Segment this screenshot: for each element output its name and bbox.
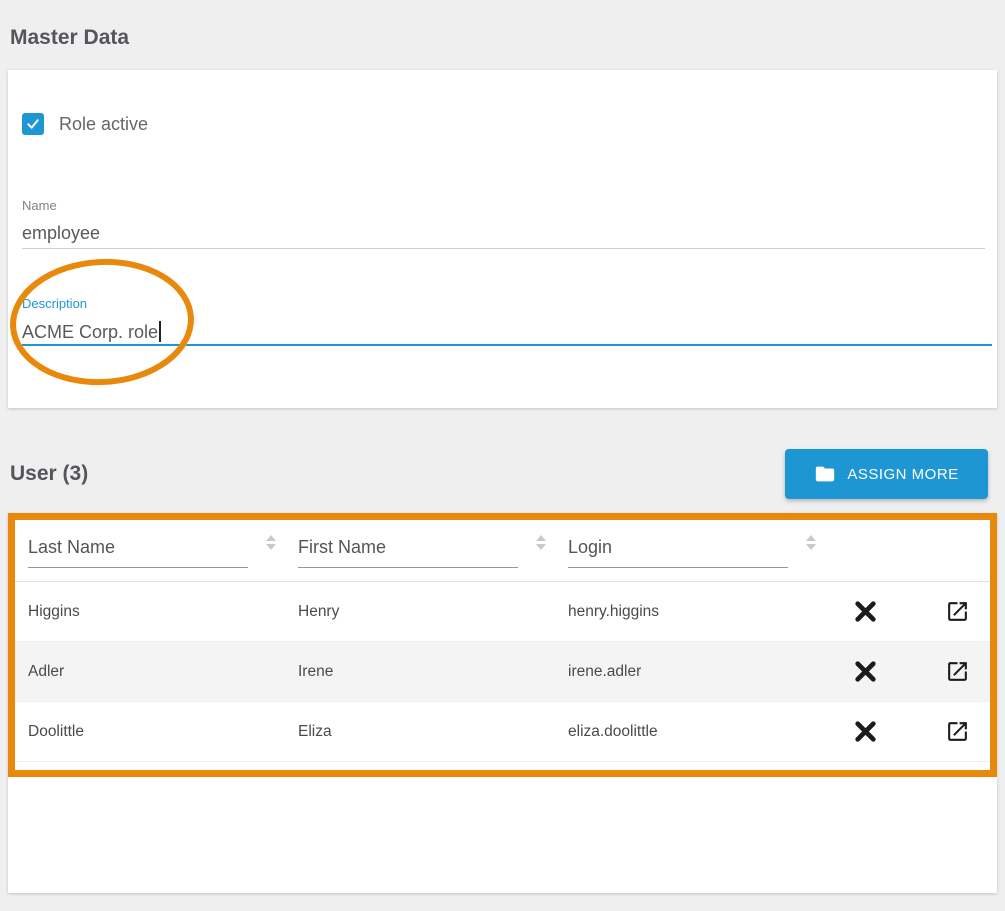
master-data-title: Master Data [10,26,129,50]
role-detail-page: Master Data Role active Name employee De… [0,0,1005,911]
column-label: Last Name [28,537,248,568]
remove-icon[interactable] [849,655,883,689]
cell-login: eliza.doolittle [568,723,813,741]
remove-icon[interactable] [849,595,883,629]
sort-icon[interactable] [536,535,546,550]
description-field-value: ACME Corp. role [22,322,158,342]
cell-last-name: Higgins [28,603,298,621]
description-field-label: Description [22,296,87,311]
master-data-card: Role active Name employee Description AC… [8,70,997,408]
role-active-label: Role active [59,114,148,135]
assign-more-button[interactable]: ASSIGN MORE [785,449,988,499]
user-table-card: Last Name First Name Login Higgins Henry… [8,513,997,893]
column-header-login[interactable]: Login [568,513,813,581]
cell-login: irene.adler [568,663,813,681]
user-section-title: User (3) [10,462,88,486]
open-in-new-icon[interactable] [941,655,975,689]
sort-icon[interactable] [266,535,276,550]
cell-first-name: Henry [298,603,568,621]
column-header-actions-open [918,513,997,581]
description-field-input[interactable]: ACME Corp. role [22,321,161,343]
column-header-first-name[interactable]: First Name [298,513,568,581]
table-row[interactable]: Higgins Henry henry.higgins [8,582,997,642]
cell-login: henry.higgins [568,603,813,621]
column-label: First Name [298,537,518,568]
name-field-underline [22,248,985,249]
cell-first-name: Eliza [298,723,568,741]
cell-last-name: Adler [28,663,298,681]
cell-first-name: Irene [298,663,568,681]
name-field-label: Name [22,198,57,213]
table-row[interactable]: Doolittle Eliza eliza.doolittle [8,702,997,762]
open-in-new-icon[interactable] [941,595,975,629]
user-table-header: Last Name First Name Login [8,513,997,582]
name-field-value: employee [22,223,100,243]
column-header-last-name[interactable]: Last Name [28,513,298,581]
remove-icon[interactable] [849,715,883,749]
role-active-row: Role active [22,113,148,135]
folder-icon [814,463,836,485]
role-active-checkbox[interactable] [22,113,44,135]
column-label: Login [568,537,788,568]
text-caret [159,321,161,342]
check-icon [25,116,41,132]
assign-more-label: ASSIGN MORE [847,466,958,483]
table-row[interactable]: Adler Irene irene.adler [8,642,997,702]
description-field-underline [22,344,992,346]
cell-last-name: Doolittle [28,723,298,741]
name-field-input[interactable]: employee [22,223,100,244]
column-header-actions-remove [813,513,918,581]
open-in-new-icon[interactable] [941,715,975,749]
